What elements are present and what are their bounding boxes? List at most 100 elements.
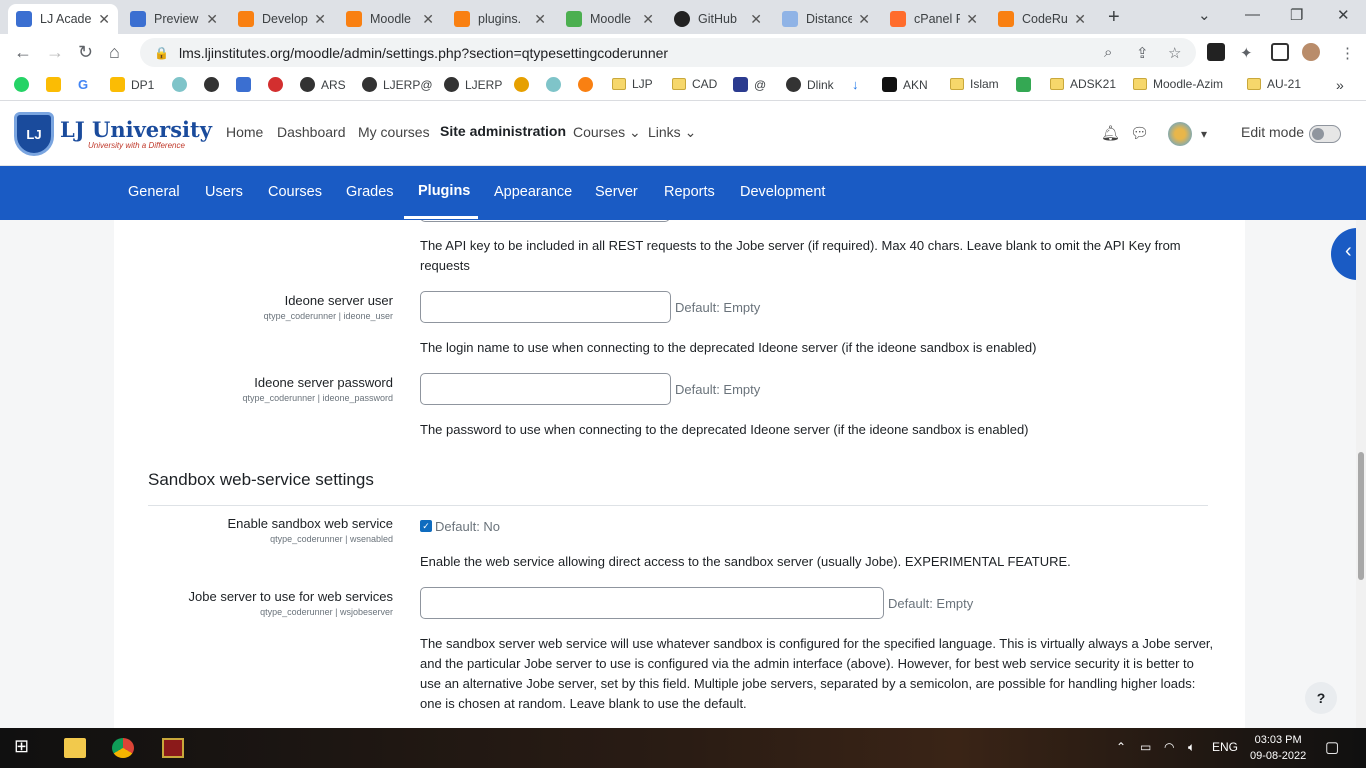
browser-tab[interactable]: Preview ✕: [122, 4, 226, 34]
tab-general[interactable]: General: [128, 184, 180, 200]
page-scrollbar[interactable]: [1356, 220, 1366, 728]
nav-links-dropdown[interactable]: Links ⌄: [648, 124, 696, 141]
tab-development[interactable]: Development: [740, 184, 825, 200]
wsenabled-checkbox[interactable]: ✓: [420, 520, 432, 532]
edit-mode-toggle[interactable]: [1309, 125, 1341, 143]
bookmark-item[interactable]: [204, 77, 225, 92]
browser-tab[interactable]: cPanel F ✕: [882, 4, 986, 34]
bookmark-item[interactable]: @: [733, 77, 766, 92]
tab-search-icon[interactable]: ⌄: [1198, 6, 1211, 24]
new-tab-button[interactable]: +: [1108, 6, 1120, 29]
nav-my-courses[interactable]: My courses: [358, 124, 430, 140]
close-tab-icon[interactable]: ✕: [314, 11, 326, 28]
tab-courses[interactable]: Courses: [268, 184, 322, 200]
file-explorer-icon[interactable]: [64, 738, 86, 758]
bookmark-item[interactable]: [1016, 77, 1037, 92]
system-clock[interactable]: 03:03 PM 09-08-2022: [1250, 732, 1306, 764]
winrar-icon[interactable]: [162, 738, 184, 758]
bookmark-item[interactable]: LJERP: [444, 77, 502, 92]
back-icon[interactable]: ←: [14, 42, 32, 63]
bookmark-item[interactable]: ARS: [300, 77, 346, 92]
nav-site-administration[interactable]: Site administration: [440, 123, 566, 139]
bookmark-item[interactable]: DP1: [110, 77, 154, 92]
bookmark-item[interactable]: [514, 77, 535, 92]
close-tab-icon[interactable]: ✕: [1074, 11, 1086, 28]
volume-icon[interactable]: 🔈︎: [1188, 740, 1195, 755]
tab-grades[interactable]: Grades: [346, 184, 394, 200]
nav-courses-dropdown[interactable]: Courses ⌄: [573, 124, 641, 141]
bookmark-item[interactable]: [14, 77, 35, 92]
bookmark-item[interactable]: [268, 77, 289, 92]
browser-tab[interactable]: LJ Acade ✕: [8, 4, 118, 34]
university-logo[interactable]: LJ LJ University University with a Diffe…: [14, 112, 212, 156]
browser-tab[interactable]: GitHub ✕: [666, 4, 770, 34]
notification-bell-icon[interactable]: 🔔︎: [1101, 124, 1120, 142]
zoom-search-icon[interactable]: ⌕: [1104, 44, 1112, 61]
wsjobeserver-input[interactable]: [420, 587, 884, 619]
bookmark-folder[interactable]: LJP: [612, 77, 653, 91]
close-tab-icon[interactable]: ✕: [750, 11, 762, 28]
tab-users[interactable]: Users: [205, 184, 243, 200]
bookmark-item[interactable]: [236, 77, 257, 92]
tab-reports[interactable]: Reports: [664, 184, 715, 200]
ideone-password-input[interactable]: [420, 373, 671, 405]
restore-button[interactable]: ❐: [1290, 6, 1303, 24]
bookmark-item[interactable]: G: [78, 77, 99, 92]
notification-center-icon[interactable]: ▢: [1325, 738, 1339, 756]
bookmark-item[interactable]: [46, 77, 67, 92]
chevron-down-icon[interactable]: ▾: [1201, 127, 1207, 141]
nav-dashboard[interactable]: Dashboard: [277, 124, 346, 140]
nav-home[interactable]: Home: [226, 124, 263, 140]
close-tab-icon[interactable]: ✕: [642, 11, 654, 28]
tab-appearance[interactable]: Appearance: [494, 184, 572, 200]
home-icon[interactable]: ⌂: [109, 42, 120, 63]
tray-chevron-up-icon[interactable]: ⌃: [1116, 740, 1126, 754]
more-bookmarks-icon[interactable]: »: [1336, 77, 1344, 93]
address-bar[interactable]: 🔒 lms.ljinstitutes.org/moodle/admin/sett…: [140, 38, 1196, 67]
bookmark-folder[interactable]: Islam: [950, 77, 999, 91]
reload-icon[interactable]: ↻: [78, 42, 93, 63]
user-avatar[interactable]: [1168, 122, 1192, 146]
help-button[interactable]: ?: [1305, 682, 1337, 714]
windows-start-icon[interactable]: ⊞: [14, 736, 36, 756]
browser-tab[interactable]: Moodle ✕: [558, 4, 662, 34]
bookmark-item[interactable]: AKN: [882, 77, 928, 92]
browser-tab[interactable]: Moodle ✕: [338, 4, 442, 34]
browser-tab[interactable]: CodeRu ✕: [990, 4, 1094, 34]
chrome-icon[interactable]: [112, 738, 134, 758]
bookmark-folder[interactable]: Moodle-Azim: [1133, 77, 1223, 91]
bookmark-item[interactable]: [172, 77, 193, 92]
bookmark-item[interactable]: LJERP@: [362, 77, 433, 92]
minimize-button[interactable]: —: [1245, 6, 1260, 23]
close-window-button[interactable]: ✕: [1337, 6, 1350, 24]
close-tab-icon[interactable]: ✕: [206, 11, 218, 28]
bookmark-star-icon[interactable]: ☆: [1168, 44, 1181, 62]
extension-icon[interactable]: [1207, 43, 1225, 61]
bookmark-item[interactable]: Dlink: [786, 77, 834, 92]
close-tab-icon[interactable]: ✕: [534, 11, 546, 28]
close-tab-icon[interactable]: ✕: [98, 11, 110, 28]
tab-server[interactable]: Server: [595, 184, 638, 200]
tab-plugins[interactable]: Plugins: [418, 183, 470, 199]
api-key-input[interactable]: [420, 220, 670, 222]
messages-icon[interactable]: 💬︎: [1130, 124, 1149, 142]
scrollbar-thumb[interactable]: [1358, 452, 1364, 580]
wifi-icon[interactable]: ◠: [1164, 740, 1174, 754]
menu-kebab-icon[interactable]: ⋮: [1340, 44, 1355, 62]
ideone-user-input[interactable]: [420, 291, 671, 323]
browser-tab[interactable]: Distance ✕: [774, 4, 878, 34]
share-icon[interactable]: ⇪: [1136, 44, 1149, 62]
close-tab-icon[interactable]: ✕: [966, 11, 978, 28]
bookmark-item[interactable]: [578, 77, 599, 92]
bookmark-folder[interactable]: AU-21: [1247, 77, 1301, 91]
sidepanel-icon[interactable]: [1271, 43, 1289, 61]
bookmark-folder[interactable]: CAD: [672, 77, 717, 91]
bookmark-item[interactable]: [546, 77, 567, 92]
puzzle-icon[interactable]: ✦: [1240, 44, 1253, 62]
browser-tab[interactable]: plugins. ✕: [446, 4, 554, 34]
bookmark-item[interactable]: ↓: [852, 77, 873, 92]
forward-icon[interactable]: →: [46, 42, 64, 63]
profile-avatar[interactable]: [1302, 43, 1320, 61]
close-tab-icon[interactable]: ✕: [422, 11, 434, 28]
battery-icon[interactable]: ▭: [1140, 740, 1151, 754]
